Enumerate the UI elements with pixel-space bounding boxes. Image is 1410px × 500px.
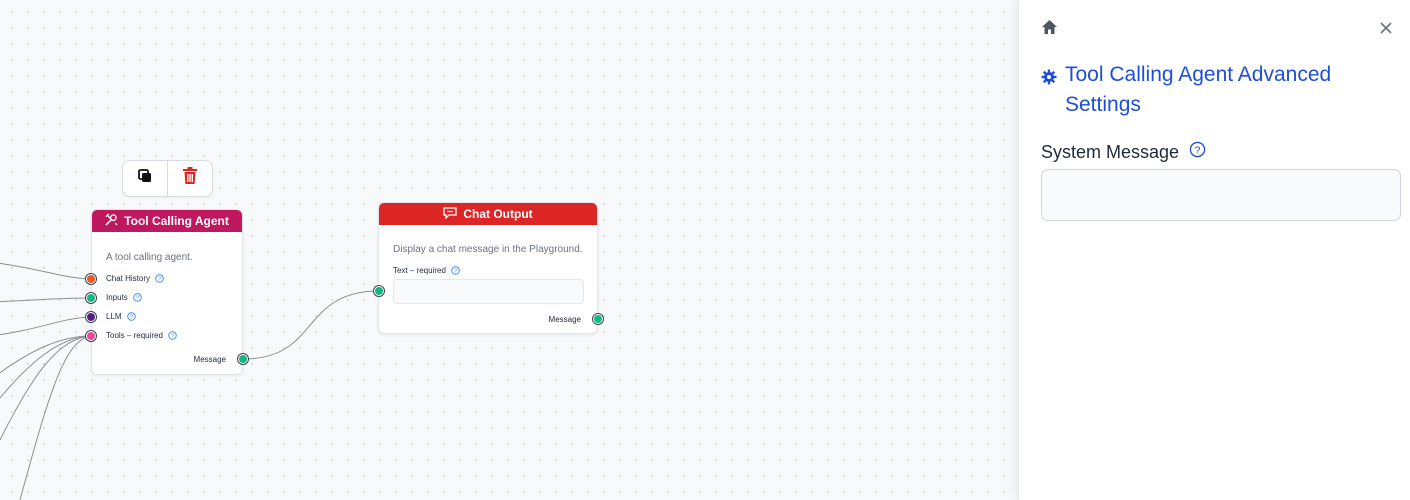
system-message-label-text: System Message — [1041, 141, 1180, 162]
system-message-input[interactable] — [1041, 169, 1401, 221]
required-marker: – required — [124, 331, 163, 340]
handle-text-input[interactable] — [374, 286, 384, 296]
field-label: LLM — [106, 312, 122, 321]
help-icon[interactable]: ? — [155, 274, 164, 283]
node-description: A tool calling agent. — [106, 252, 193, 263]
edge-tool-4[interactable] — [19, 335, 92, 500]
duplicate-button[interactable] — [123, 161, 167, 196]
panel-title-text: Tool Calling Agent Advanced Settings — [1065, 63, 1332, 116]
edge-llm[interactable] — [0, 316, 92, 336]
chat-output-node[interactable]: Chat Output Display a chat message in th… — [378, 202, 598, 334]
help-icon[interactable]: ? — [126, 312, 136, 321]
required-marker: – required — [407, 266, 446, 275]
text-input[interactable] — [393, 279, 584, 304]
delete-button[interactable] — [167, 161, 212, 196]
handle-tools[interactable] — [86, 331, 96, 341]
panel-title: Tool Calling Agent Advanced Settings — [1041, 60, 1391, 120]
handle-message-output[interactable] — [238, 354, 248, 364]
trash-icon — [182, 167, 198, 190]
node-title: Chat Output — [463, 207, 533, 221]
edge-chat-history[interactable] — [0, 262, 92, 280]
node-toolbar — [122, 160, 213, 197]
system-message-label: System Message ? — [1041, 141, 1206, 163]
node-header[interactable]: Chat Output — [379, 203, 597, 225]
home-icon[interactable] — [1041, 19, 1058, 40]
handle-chat-history[interactable] — [86, 274, 96, 284]
edge-message[interactable] — [242, 290, 380, 360]
svg-text:?: ? — [1195, 145, 1201, 156]
handle-chat-output[interactable] — [593, 314, 603, 324]
node-header[interactable]: Tool Calling Agent — [92, 210, 242, 232]
help-icon[interactable]: ? — [133, 293, 142, 302]
output-label: Message — [193, 355, 226, 364]
field-label: Text — [393, 266, 408, 275]
output-label: Message — [548, 315, 581, 324]
chat-icon — [443, 206, 457, 222]
field-inputs: Inputs ? — [106, 293, 142, 302]
flow-canvas[interactable]: Tool Calling Agent A tool calling agent.… — [0, 0, 1018, 500]
field-label: Tools — [106, 331, 125, 340]
field-llm: LLM ? — [106, 312, 136, 321]
help-icon[interactable]: ? — [451, 266, 460, 275]
gear-icon — [1041, 69, 1057, 90]
tools-icon — [105, 213, 118, 229]
field-label: Inputs — [106, 293, 128, 302]
advanced-settings-panel: Tool Calling Agent Advanced Settings Sys… — [1018, 0, 1410, 500]
handle-llm[interactable] — [86, 312, 96, 322]
edge-tool-3[interactable] — [0, 335, 92, 441]
node-description: Display a chat message in the Playground… — [393, 244, 583, 255]
close-icon[interactable] — [1379, 21, 1393, 40]
node-title: Tool Calling Agent — [124, 214, 229, 228]
help-icon[interactable]: ? — [1189, 141, 1206, 163]
field-chat-history: Chat History ? — [106, 274, 164, 283]
edge-tool-2[interactable] — [0, 335, 92, 410]
copy-icon — [137, 168, 153, 189]
edge-inputs[interactable] — [0, 297, 92, 303]
field-text: Text – required ? — [393, 266, 460, 275]
tool-calling-agent-node[interactable]: Tool Calling Agent A tool calling agent.… — [91, 209, 243, 375]
handle-inputs[interactable] — [86, 293, 96, 303]
field-tools: Tools – required ? — [106, 331, 177, 340]
help-icon[interactable]: ? — [168, 331, 177, 340]
field-label: Chat History — [106, 274, 151, 283]
